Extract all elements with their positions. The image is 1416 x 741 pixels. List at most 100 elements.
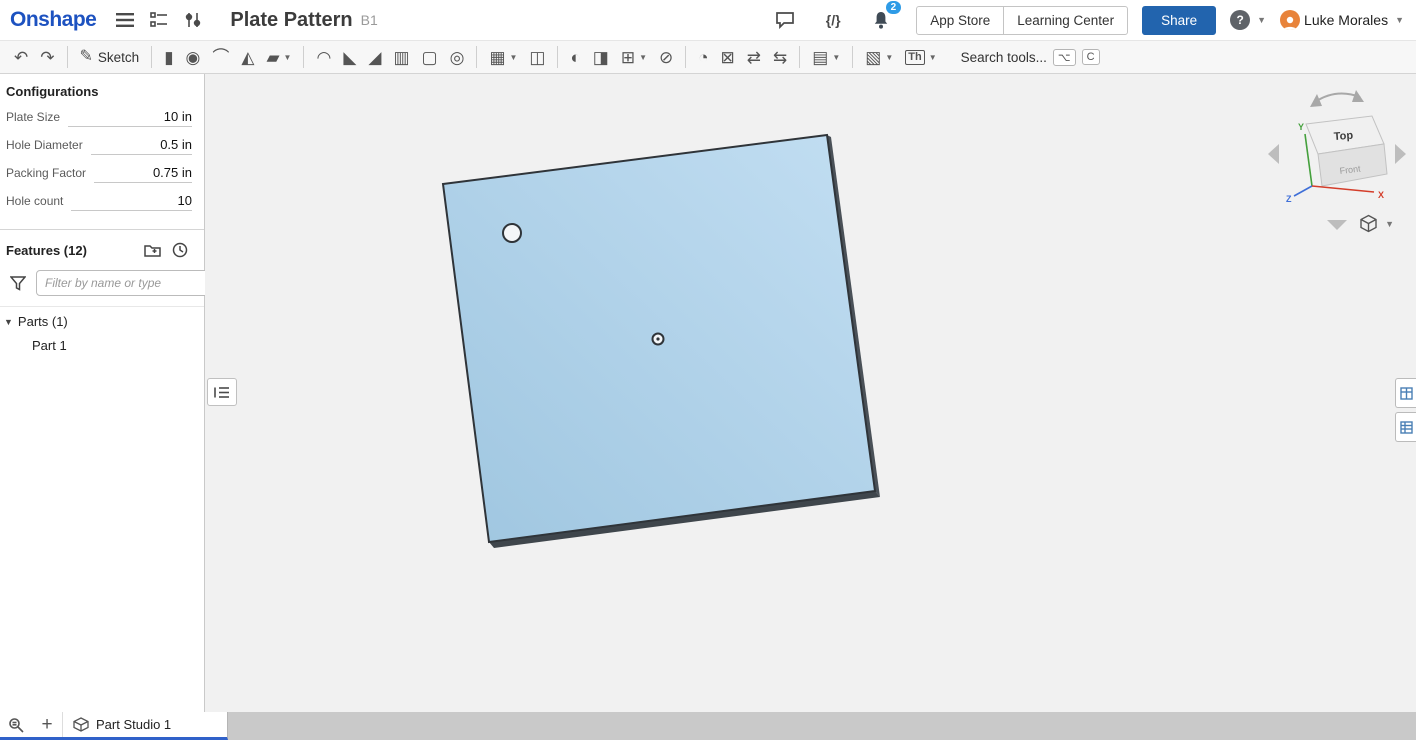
search-tabs-icon[interactable]	[0, 712, 32, 737]
toolbar-separator	[476, 46, 477, 68]
custom-features-icon[interactable]: Th ▼	[900, 43, 941, 71]
dropdown-caret-icon[interactable]: ▼	[639, 53, 647, 62]
tab-part-studio-1[interactable]: Part Studio 1	[62, 712, 227, 737]
split-icon[interactable]: ◨	[588, 43, 614, 71]
model-canvas[interactable]	[205, 74, 1415, 712]
dropdown-caret-icon[interactable]: ▼	[510, 53, 518, 62]
delete-part-icon[interactable]: ⊘	[654, 43, 678, 71]
graphics-viewport[interactable]: Top Front Y Z X ▼	[205, 74, 1416, 712]
revolve-glyph: ◉	[186, 49, 201, 66]
chamfer-icon[interactable]: ◣	[338, 43, 361, 71]
sweep-icon[interactable]: ⌒	[207, 43, 234, 71]
user-menu[interactable]: Luke Morales ▼	[1280, 10, 1404, 30]
delete-face-icon[interactable]: ⊠	[716, 43, 740, 71]
parts-group-label: Parts (1)	[18, 314, 68, 329]
bom-panel-tab[interactable]	[1395, 412, 1416, 442]
dropdown-caret-icon[interactable]: ▼	[929, 53, 937, 62]
configurations-title: Configurations	[6, 84, 196, 99]
config-value-input[interactable]: 10	[71, 193, 192, 211]
hole-1[interactable]	[503, 224, 521, 242]
toolbar-separator	[799, 46, 800, 68]
sketch-glyph: ✎	[80, 49, 93, 65]
toolbar-separator	[685, 46, 686, 68]
app-store-button[interactable]: App Store	[916, 6, 1004, 35]
rotate-left-arrow[interactable]	[1268, 144, 1279, 164]
featurescript-braces-icon[interactable]: {/}	[820, 7, 846, 33]
z-axis-label: Z	[1286, 194, 1292, 204]
appearance-panel-icon[interactable]: ▧▼	[860, 43, 898, 71]
notifications-bell-icon[interactable]: 2	[868, 7, 894, 33]
filter-input[interactable]	[36, 270, 209, 296]
chevron-down-icon: ▼	[1257, 15, 1266, 25]
hamburger-menu-icon[interactable]	[112, 7, 138, 33]
help-menu[interactable]: ? ▼	[1230, 10, 1266, 30]
chevron-down-icon[interactable]: ▼	[4, 317, 13, 327]
transform-icon[interactable]: ⊞▼	[616, 43, 652, 71]
onshape-logo[interactable]: Onshape	[10, 8, 96, 32]
chevron-down-icon: ▼	[1395, 15, 1404, 25]
search-tools-label: Search tools...	[961, 50, 1047, 65]
new-folder-icon[interactable]	[142, 240, 162, 260]
share-button[interactable]: Share	[1142, 6, 1216, 35]
document-outline-icon[interactable]	[146, 7, 172, 33]
notification-count-badge: 2	[884, 0, 904, 16]
config-value-input[interactable]: 0.75 in	[94, 165, 192, 183]
boolean-glyph: ◐	[570, 49, 580, 66]
loft-icon[interactable]: ◭	[236, 43, 259, 71]
part-list-item[interactable]: Part 1	[0, 333, 204, 358]
z-axis-line	[1294, 186, 1312, 196]
dropdown-caret-icon[interactable]: ▼	[284, 53, 292, 62]
modify-fillet-icon[interactable]: ◔	[693, 43, 713, 71]
rib-icon[interactable]: ▥	[388, 43, 414, 71]
view-cube-top-label[interactable]: Top	[1333, 130, 1353, 143]
filter-funnel-icon[interactable]	[10, 276, 26, 291]
appearance-panel-glyph: ▧	[865, 49, 881, 66]
draft-icon[interactable]: ◢	[363, 43, 386, 71]
view-options-button[interactable]: ▼	[1359, 214, 1394, 233]
thicken-icon[interactable]: ▰▼	[261, 43, 296, 71]
shell-icon[interactable]: ▢	[417, 43, 443, 71]
history-clock-icon[interactable]	[170, 240, 190, 260]
undo-icon[interactable]: ↶	[9, 43, 33, 71]
comment-icon[interactable]	[772, 7, 798, 33]
extrude-glyph: ▮	[164, 49, 173, 66]
boolean-icon[interactable]: ◐	[565, 43, 585, 71]
extrude-icon[interactable]: ▮	[159, 43, 178, 71]
document-version-badge[interactable]: B1	[361, 12, 378, 28]
shortcut-key-option: ⌥	[1053, 49, 1076, 66]
revolve-icon[interactable]: ◉	[181, 43, 206, 71]
rib-glyph: ▥	[393, 49, 409, 66]
mirror-icon[interactable]: ◫	[524, 43, 550, 71]
add-tab-button[interactable]: +	[32, 712, 62, 737]
rotate-down-arrow[interactable]	[1327, 220, 1347, 230]
config-value-input[interactable]: 0.5 in	[91, 137, 192, 155]
avatar	[1280, 10, 1300, 30]
feature-list-toggle-button[interactable]	[207, 378, 237, 406]
help-icon[interactable]: ?	[1230, 10, 1250, 30]
view-mode-cube-icon	[1359, 214, 1378, 233]
toolbar-separator	[67, 46, 68, 68]
tab-bar-empty-space	[228, 712, 1416, 740]
parts-group-header[interactable]: ▼ Parts (1)	[0, 306, 204, 333]
config-value-input[interactable]: 10 in	[68, 109, 192, 127]
dropdown-caret-icon[interactable]: ▼	[885, 53, 893, 62]
fillet-icon[interactable]: ◠	[311, 43, 336, 71]
hole-icon[interactable]: ◎	[445, 43, 470, 71]
custom-features-glyph: Th	[905, 50, 924, 65]
linear-pattern-glyph: ▦	[489, 49, 505, 66]
replace-face-icon[interactable]: ⇆	[768, 43, 792, 71]
search-tools-button[interactable]: Search tools... ⌥C	[961, 49, 1100, 66]
hole-glyph: ◎	[450, 49, 465, 66]
redo-icon[interactable]: ↷	[35, 43, 59, 71]
parts-panel-tab[interactable]	[1395, 378, 1416, 408]
settings-sliders-icon[interactable]	[180, 7, 206, 33]
learning-center-button[interactable]: Learning Center	[1003, 6, 1128, 35]
dropdown-caret-icon[interactable]: ▼	[832, 53, 840, 62]
surface-tools-icon[interactable]: ▤▼	[807, 43, 845, 71]
move-face-icon[interactable]: ⇄	[742, 43, 766, 71]
linear-pattern-icon[interactable]: ▦▼	[484, 43, 522, 71]
view-cube[interactable]: Top Front Y Z X	[1260, 82, 1412, 234]
rotate-right-arrow[interactable]	[1395, 144, 1406, 164]
sketch-button[interactable]: ✎Sketch	[75, 43, 145, 71]
filter-row	[0, 266, 204, 306]
